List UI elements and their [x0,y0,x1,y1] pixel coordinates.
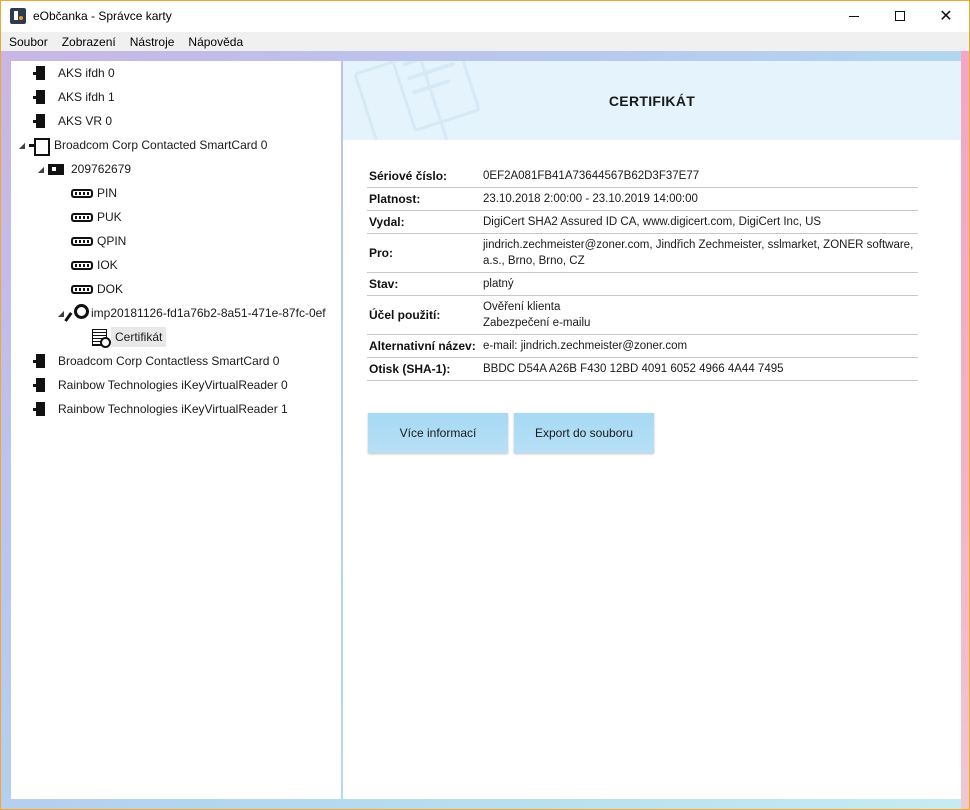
certificate-properties: Sériové číslo: 0EF2A081FB41A73644567B62D… [367,165,918,381]
tree-item-label: PUK [97,210,122,224]
tree-item-key[interactable]: ◢ imp20181126-fd1a76b2-8a51-471e-87fc-0e… [56,301,326,325]
property-value: 23.10.2018 2:00:00 - 23.10.2019 14:00:00 [483,193,698,205]
window-controls: ✕ [831,1,969,31]
maximize-button[interactable] [877,1,923,31]
menu-soubor[interactable]: Soubor [1,35,55,49]
menu-zobrazeni[interactable]: Zobrazení [55,35,123,49]
property-value: jindrich.zechmeister@zoner.com, Jindřich… [483,239,914,267]
property-row: Pro: jindrich.zechmeister@zoner.com, Jin… [367,234,918,273]
property-row: Alternativní název: e-mail: jindrich.zec… [367,335,918,358]
app-window: eObčanka - Správce karty ✕ Soubor Zobraz… [0,0,970,810]
tree-item-card[interactable]: ◢ 209762679 [36,157,131,181]
tree-item-label: IOK [97,258,118,272]
tree-item-label: 209762679 [71,162,132,176]
property-label: Pro: [369,246,393,260]
page-title: CERTIFIKÁT [608,92,696,109]
property-value: BBDC D54A A26B F430 12BD 4091 6052 4966 … [483,363,784,375]
more-info-button[interactable]: Více informací [368,413,508,453]
menu-napoveda[interactable]: Nápověda [181,35,250,49]
property-row: Vydal: DigiCert SHA2 Assured ID CA, www.… [367,211,918,234]
tree-item-reader[interactable]: AKS VR 0 [33,109,112,133]
tree-item-label: AKS VR 0 [58,114,113,128]
tree-item-reader[interactable]: Broadcom Corp Contactless SmartCard 0 [33,349,279,373]
expand-arrow-icon[interactable]: ◢ [17,141,27,150]
close-button[interactable]: ✕ [923,1,969,31]
tree-item-pin[interactable]: QPIN [71,229,126,253]
tree-item-reader[interactable]: ◢ Broadcom Corp Contacted SmartCard 0 [17,133,267,157]
pin-code-icon [71,188,93,198]
tree-item-pin[interactable]: PUK [71,205,122,229]
tree-item-label: DOK [97,282,124,296]
app-logo-icon [10,8,26,24]
property-row: Stav: platný [367,273,918,296]
property-label: Alternativní název: [369,339,476,353]
tree-item-reader[interactable]: Rainbow Technologies iKeyVirtualReader 1 [33,397,288,421]
tree-item-label: AKS ifdh 1 [58,90,115,104]
tree-item-pin[interactable]: PIN [71,181,117,205]
expand-arrow-icon[interactable]: ◢ [36,165,46,174]
tree-item-label: Broadcom Corp Contactless SmartCard 0 [58,354,280,368]
property-label: Účel použití: [369,308,441,322]
device-tree: AKS ifdh 0 AKS ifdh 1 AKS VR 0 ◢ Broadco… [11,61,341,799]
card-reader-icon [33,378,47,392]
tree-item-reader[interactable]: AKS ifdh 0 [33,61,115,85]
title-bar[interactable]: eObčanka - Správce karty ✕ [1,1,969,31]
tree-item-reader[interactable]: AKS ifdh 1 [33,85,115,109]
window-title: eObčanka - Správce karty [33,9,172,23]
property-value: platný [483,278,514,290]
menu-nastroje[interactable]: Nástroje [123,35,182,49]
tree-item-reader[interactable]: Rainbow Technologies iKeyVirtualReader 0 [33,373,288,397]
card-reader-icon [33,402,47,416]
minimize-icon [849,15,859,17]
property-value: e-mail: jindrich.zechmeister@zoner.com [483,340,688,352]
property-value: 0EF2A081FB41A73644567B62D3F37E77 [483,170,700,182]
tree-item-label: imp20181126-fd1a76b2-8a51-471e-87fc-0ef [91,306,326,320]
pin-code-icon [71,236,93,246]
tree-item-certificate[interactable]: Certifikát [91,325,167,349]
pin-code-icon [71,212,93,222]
tree-item-label: Broadcom Corp Contacted SmartCard 0 [54,138,268,152]
property-row: Sériové číslo: 0EF2A081FB41A73644567B62D… [367,165,918,188]
tree-item-label: Certifikát [111,327,167,347]
key-icon [68,304,89,322]
close-icon: ✕ [939,6,953,25]
property-row: Účel použití: Ověření klienta Zabezpečen… [367,296,918,335]
tree-item-label: PIN [97,186,118,200]
property-row: Otisk (SHA-1): BBDC D54A A26B F430 12BD … [367,358,918,381]
property-label: Sériové číslo: [369,169,448,183]
property-row: Platnost: 23.10.2018 2:00:00 - 23.10.201… [367,188,918,211]
certificate-icon [91,328,111,348]
property-value: Ověření klienta Zabezpečení e-mailu [483,301,591,329]
menu-bar: Soubor Zobrazení Nástroje Nápověda [1,32,969,51]
card-reader-icon [33,354,47,368]
export-to-file-button[interactable]: Export do souboru [514,413,654,453]
tree-item-label: QPIN [97,234,127,248]
maximize-icon [895,11,905,21]
certificate-header: CERTIFIKÁT [343,61,961,140]
property-label: Platnost: [369,192,421,206]
tree-item-label: Rainbow Technologies iKeyVirtualReader 0 [58,378,288,392]
minimize-button[interactable] [831,1,877,31]
certificate-detail-pane: CERTIFIKÁT Sériové číslo: 0EF2A081FB41A7… [343,61,961,799]
pin-code-icon [71,260,93,270]
card-reader-icon [33,66,47,80]
property-label: Vydal: [369,215,405,229]
property-value: DigiCert SHA2 Assured ID CA, www.digicer… [483,216,822,228]
card-reader-with-card-icon [29,138,50,156]
property-label: Otisk (SHA-1): [369,362,451,376]
pin-code-icon [71,284,93,294]
tree-item-pin[interactable]: IOK [71,253,118,277]
smartcard-chip-icon [48,163,64,175]
tree-item-label: Rainbow Technologies iKeyVirtualReader 1 [58,402,288,416]
card-reader-icon [33,90,47,104]
card-reader-icon [33,114,47,128]
expand-arrow-icon[interactable]: ◢ [56,309,66,318]
property-label: Stav: [369,277,399,291]
tree-item-pin[interactable]: DOK [71,277,123,301]
tree-item-label: AKS ifdh 0 [58,66,115,80]
